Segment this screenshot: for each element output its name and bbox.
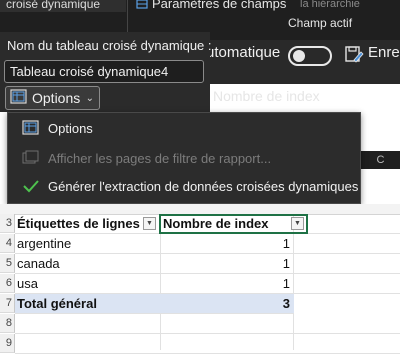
ribbon-tab-title[interactable]: croisé dynamique [0,0,126,12]
menu-item-report-filter-pages: Afficher les pages de filtre de rapport.… [8,145,360,171]
row-value: 1 [282,276,290,291]
empty-row[interactable] [15,334,400,354]
filter-dropdown-icon[interactable]: ▼ [291,217,304,230]
chevron-down-icon: ⌄ [85,92,94,104]
row-header[interactable]: 8 [0,314,15,333]
report-filter-pages-icon [20,149,42,167]
field-settings-button[interactable]: Paramètres de champs [136,0,286,12]
menu-item-label: Afficher les pages de filtre de rapport.… [48,150,272,166]
menu-item-options[interactable]: Options [8,115,360,141]
options-icon [10,88,28,108]
pivot-name-label: Nom du tableau croisé dynamique : [7,38,212,53]
active-field-value: Nombre de index [213,88,320,104]
row-label: usa [17,276,38,291]
empty-row[interactable] [15,314,400,334]
options-button-label: Options [32,90,81,106]
table-row[interactable]: usa 1 [15,274,400,294]
row-value: 1 [282,256,290,271]
autorefresh-label: utomatique [206,44,281,61]
row-value: 1 [282,236,290,251]
pivot-name-input[interactable] [4,60,204,83]
table-row[interactable]: canada 1 [15,254,400,274]
filter-dropdown-icon[interactable]: ▼ [143,217,156,230]
toggle-knob [293,50,305,62]
grand-total-value: 3 [282,296,290,311]
grand-total-label: Total général [17,296,97,311]
row-header[interactable]: 3 [0,214,15,233]
table-row[interactable]: argentine 1 [15,234,400,254]
autorefresh-toggle[interactable] [288,46,332,66]
field-settings-icon [136,0,148,10]
active-field-group-label: Champ actif [288,16,353,30]
menu-item-label: Générer l'extraction de données croisées… [48,178,359,194]
row-header[interactable]: 9 [0,334,15,353]
menu-item-generate-getpivotdata[interactable]: Générer l'extraction de données croisées… [8,173,360,199]
checkmark-icon [20,177,42,195]
row-label: canada [17,256,60,271]
row-header[interactable]: 7 [0,294,15,313]
row-labels-header[interactable]: Étiquettes de lignes [17,214,140,233]
options-icon [20,119,42,137]
row-header[interactable]: 4 [0,234,15,253]
row-label: argentine [17,236,72,251]
row-header[interactable]: 6 [0,274,15,293]
pivot-header-row: Étiquettes de lignes ▼ Nombre de index ▼ [15,214,400,234]
save-icon[interactable] [344,44,364,64]
menu-item-label: Options [48,120,93,136]
hierarchy-button[interactable]: la hiérarchie [300,0,360,12]
options-dropdown-menu: Options Afficher les pages de filtre de … [7,112,361,204]
value-field-header[interactable]: Nombre de index [163,214,268,233]
field-settings-label: Paramètres de champs [152,0,287,11]
options-dropdown-button[interactable]: Options ⌄ [5,86,100,110]
row-header[interactable]: 5 [0,254,15,273]
column-header-c[interactable]: C [361,151,400,169]
grand-total-row[interactable]: Total général 3 [15,294,294,314]
save-label[interactable]: Enreg [368,44,400,61]
